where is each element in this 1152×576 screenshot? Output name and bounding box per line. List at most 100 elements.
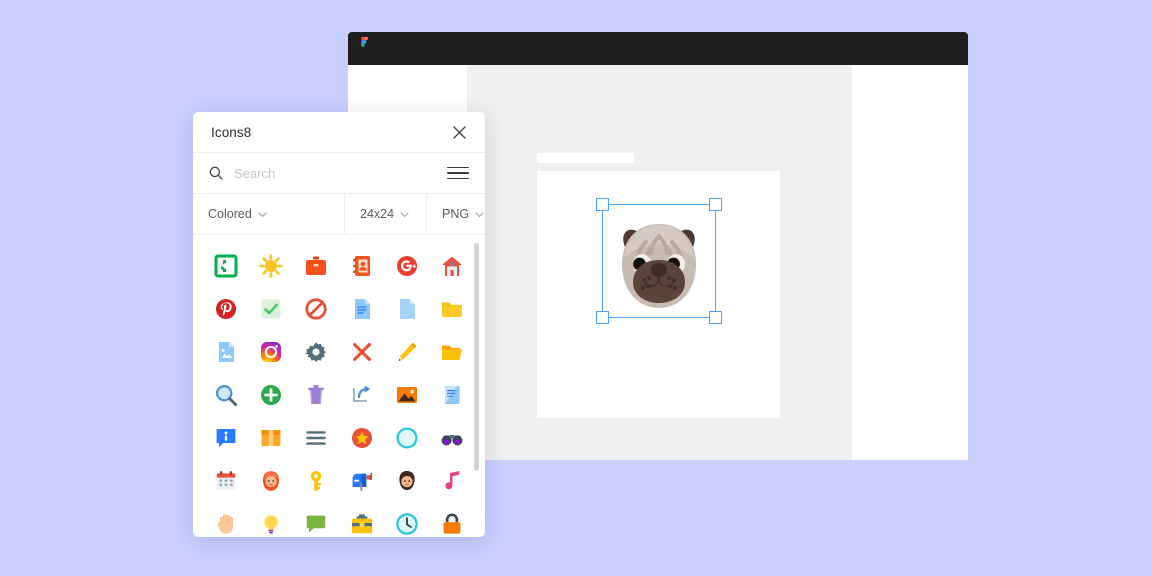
style-filter-label: Colored — [208, 207, 252, 221]
calendar-icon[interactable] — [214, 469, 238, 493]
icon-grid-item[interactable] — [430, 335, 475, 368]
icon-grid-item[interactable] — [203, 378, 248, 411]
hamburger-menu-icon[interactable] — [447, 163, 469, 183]
icon-grid-item[interactable] — [339, 335, 384, 368]
menu-lines-icon[interactable] — [304, 426, 328, 450]
icon-grid-item[interactable] — [430, 249, 475, 282]
format-filter-dropdown[interactable]: PNG — [427, 194, 485, 234]
figma-properties-panel[interactable] — [852, 65, 968, 460]
speech-bubble-icon[interactable] — [304, 512, 328, 536]
hand-icon[interactable] — [214, 512, 238, 536]
home-icon[interactable] — [440, 254, 464, 278]
settings-gear-icon[interactable] — [304, 340, 328, 364]
close-icon[interactable] — [449, 122, 469, 142]
icon-grid-item[interactable] — [294, 249, 339, 282]
icon-grid-item[interactable] — [294, 464, 339, 497]
frame-name-label — [537, 153, 634, 163]
icon-grid-item[interactable] — [248, 421, 293, 454]
man-avatar-icon[interactable] — [395, 469, 419, 493]
grid-scrollbar[interactable] — [474, 243, 479, 471]
icon-grid-item[interactable] — [339, 249, 384, 282]
icon-grid-item[interactable] — [248, 335, 293, 368]
woman-avatar-icon[interactable] — [259, 469, 283, 493]
add-circle-icon[interactable] — [259, 383, 283, 407]
folder-icon[interactable] — [440, 297, 464, 321]
share-arrow-icon[interactable] — [350, 383, 374, 407]
icon-grid-item[interactable] — [294, 292, 339, 325]
star-badge-icon[interactable] — [350, 426, 374, 450]
icon-grid-item[interactable] — [430, 507, 475, 537]
icon-grid-item[interactable] — [294, 378, 339, 411]
icon-grid-item[interactable] — [384, 464, 429, 497]
picture-icon[interactable] — [395, 383, 419, 407]
instagram-icon[interactable] — [259, 340, 283, 364]
blank-file-icon[interactable] — [395, 297, 419, 321]
style-filter-dropdown[interactable]: Colored — [193, 194, 345, 234]
chevron-down-icon — [258, 207, 267, 221]
icon-grid-item[interactable] — [248, 292, 293, 325]
circle-outline-icon[interactable] — [395, 426, 419, 450]
puzzle-piece-icon[interactable] — [214, 254, 238, 278]
google-plus-icon[interactable] — [395, 254, 419, 278]
no-entry-icon[interactable] — [304, 297, 328, 321]
icon-grid-item[interactable] — [430, 464, 475, 497]
music-note-icon[interactable] — [440, 469, 464, 493]
icon-grid-item[interactable] — [339, 421, 384, 454]
icon-grid-item[interactable] — [384, 378, 429, 411]
icon-grid-item[interactable] — [430, 292, 475, 325]
icon-grid-item[interactable] — [384, 292, 429, 325]
icon-grid-item[interactable] — [339, 378, 384, 411]
lightbulb-icon[interactable] — [259, 512, 283, 536]
pug-dog-face-illustration[interactable] — [603, 208, 715, 320]
icon-grid-item[interactable] — [384, 421, 429, 454]
icon-grid-item[interactable] — [384, 507, 429, 537]
icon-grid-item[interactable] — [203, 335, 248, 368]
figma-logo[interactable] — [358, 36, 371, 61]
icon-grid-item[interactable] — [203, 292, 248, 325]
binoculars-icon[interactable] — [440, 426, 464, 450]
icon-grid-scroll-area[interactable] — [193, 235, 485, 537]
document-lines-icon[interactable] — [350, 297, 374, 321]
icon-grid-item[interactable] — [248, 249, 293, 282]
clock-icon[interactable] — [395, 512, 419, 536]
package-box-icon[interactable] — [259, 426, 283, 450]
mailbox-icon[interactable] — [350, 469, 374, 493]
chevron-down-icon — [400, 207, 409, 221]
contacts-book-icon[interactable] — [350, 254, 374, 278]
icon-grid-item[interactable] — [384, 249, 429, 282]
size-filter-dropdown[interactable]: 24x24 — [345, 194, 427, 234]
filter-row: Colored 24x24 PNG — [193, 194, 485, 235]
search-input[interactable] — [234, 165, 447, 181]
icon-grid-item[interactable] — [248, 464, 293, 497]
padlock-icon[interactable] — [440, 512, 464, 536]
icon-grid-item[interactable] — [203, 249, 248, 282]
trash-bin-icon[interactable] — [304, 383, 328, 407]
checkmark-icon[interactable] — [259, 297, 283, 321]
briefcase-icon[interactable] — [304, 254, 328, 278]
key-icon[interactable] — [304, 469, 328, 493]
icon-grid-item[interactable] — [430, 421, 475, 454]
magnifier-icon[interactable] — [214, 383, 238, 407]
icon-grid-item[interactable] — [248, 378, 293, 411]
icon-grid-item[interactable] — [430, 378, 475, 411]
icon-grid-item[interactable] — [294, 507, 339, 537]
icon-grid-item[interactable] — [294, 421, 339, 454]
icon-grid-item[interactable] — [248, 507, 293, 537]
pencil-icon[interactable] — [395, 340, 419, 364]
toolbox-icon[interactable] — [350, 512, 374, 536]
icon-grid-item[interactable] — [384, 335, 429, 368]
icon-grid-item[interactable] — [294, 335, 339, 368]
icon-grid-item[interactable] — [339, 464, 384, 497]
icon-grid-item[interactable] — [339, 507, 384, 537]
open-folder-icon[interactable] — [440, 340, 464, 364]
sun-icon[interactable] — [259, 253, 283, 278]
close-cross-icon[interactable] — [350, 340, 374, 364]
image-file-icon[interactable] — [214, 340, 238, 364]
icon-grid-item[interactable] — [203, 464, 248, 497]
icon-grid-item[interactable] — [203, 507, 248, 537]
icon-grid-item[interactable] — [203, 421, 248, 454]
icon-grid-item[interactable] — [339, 292, 384, 325]
pinterest-icon[interactable] — [214, 297, 238, 321]
info-bubble-icon[interactable] — [214, 426, 238, 450]
scroll-document-icon[interactable] — [440, 383, 464, 407]
